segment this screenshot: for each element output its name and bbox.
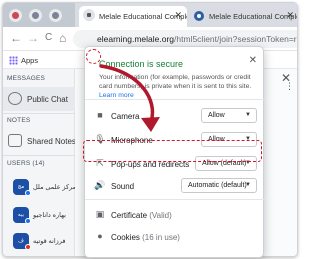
site-info-lock-icon[interactable] [83, 9, 95, 21]
sound-icon: 🔊 [94, 180, 106, 190]
camera-icon: ■ [97, 110, 103, 120]
description-text: Your information (for example, passwords… [99, 74, 252, 90]
camera-permission-select[interactable]: Allow ▼ [201, 108, 257, 123]
certificate-label: Certificate [111, 211, 148, 220]
status-badge [25, 218, 31, 224]
certificate-row[interactable]: ▣ Certificate (Valid) [85, 205, 265, 225]
permission-row-sound: 🔊 Sound Automatic (default) ▼ [85, 176, 265, 196]
messages-section-title: MESSAGES [7, 75, 46, 82]
user-name: فرزانه قوتیه [33, 238, 66, 245]
divider [3, 155, 75, 156]
window-close-icon[interactable] [9, 9, 22, 22]
url-host: elearning.melale.org [97, 34, 175, 44]
cookies-label: Cookies [111, 233, 140, 242]
note-page-icon [8, 134, 22, 147]
forward-arrow-icon[interactable]: → [27, 31, 39, 45]
tab-strip: Melale Educational Comple ✕ Melale Educa… [3, 3, 298, 27]
chat-bubble-icon [8, 92, 22, 105]
public-chat-label: Public Chat [27, 95, 68, 104]
user-name: مرکز علمی ملل [33, 184, 77, 191]
popup-title: Connection is secure [99, 59, 184, 69]
user-list-item[interactable]: مج مرکز علمی ملل [3, 179, 77, 199]
sound-permission-select[interactable]: Automatic (default) ▼ [181, 178, 257, 193]
divider [3, 113, 75, 114]
url-path: /html5client/join?sessionToken=rkytk [174, 34, 298, 44]
lock-highlight-circle [86, 49, 101, 64]
certificate-icon: ▣ [95, 209, 105, 219]
select-value: Automatic (default) [188, 182, 247, 189]
permission-label: Camera [111, 112, 140, 121]
cookie-icon: ● [97, 231, 103, 241]
window-maximize-icon[interactable] [49, 9, 62, 22]
status-badge [25, 190, 31, 196]
site-favicon-icon [194, 11, 204, 21]
select-value: Allow [208, 112, 225, 119]
certificate-label-wrap: Certificate (Valid) [111, 211, 172, 220]
user-list-item[interactable]: ف فرزانه قوتیه [3, 233, 75, 253]
apps-bookmark[interactable]: Apps [21, 56, 38, 65]
apps-grid-icon[interactable] [9, 56, 18, 65]
app-sidebar: MESSAGES Public Chat NOTES Shared Notes … [3, 69, 77, 256]
close-icon[interactable]: ✕ [249, 55, 257, 66]
microphone-highlight-box [83, 140, 262, 162]
more-options-icon[interactable]: ⋮ [285, 81, 295, 91]
cookies-row[interactable]: ● Cookies (16 in use) [85, 227, 265, 247]
reload-icon[interactable]: C [45, 31, 52, 45]
users-section-title: USERS (14) [7, 160, 45, 167]
user-name: بهاره داناجیو [33, 212, 66, 219]
public-chat-item[interactable]: Public Chat [3, 87, 75, 111]
user-list-item[interactable]: بیه بهاره داناجیو [3, 207, 75, 227]
certificate-status: (Valid) [149, 211, 172, 220]
permission-label: Sound [111, 182, 135, 191]
cookies-status: (16 in use) [142, 233, 180, 242]
home-icon[interactable]: ⌂ [59, 31, 66, 45]
tab-close-icon[interactable]: ✕ [174, 10, 182, 21]
divider [85, 99, 265, 100]
chevron-down-icon: ▼ [245, 112, 251, 118]
status-badge [25, 244, 31, 250]
cookies-label-wrap: Cookies (16 in use) [111, 233, 180, 242]
tab-inactive[interactable]: Melale Educational Comple ✕ [189, 6, 298, 27]
divider [85, 199, 265, 200]
permission-row-camera: ■ Camera Allow ▼ [85, 106, 265, 126]
window-minimize-icon[interactable] [29, 9, 42, 22]
chevron-down-icon: ▼ [245, 182, 251, 188]
learn-more-link[interactable]: Learn more [99, 92, 134, 99]
tab-active[interactable]: Melale Educational Comple ✕ [79, 6, 187, 27]
tab-close-icon[interactable]: ✕ [286, 10, 294, 21]
shared-notes-label: Shared Notes [27, 137, 76, 146]
tab-title: Melale Educational Comple [209, 12, 298, 21]
notes-section-title: NOTES [7, 117, 31, 124]
shared-notes-item[interactable]: Shared Notes [3, 129, 76, 153]
back-arrow-icon[interactable]: ← [10, 31, 22, 45]
popup-description: Your information (for example, passwords… [99, 73, 261, 100]
